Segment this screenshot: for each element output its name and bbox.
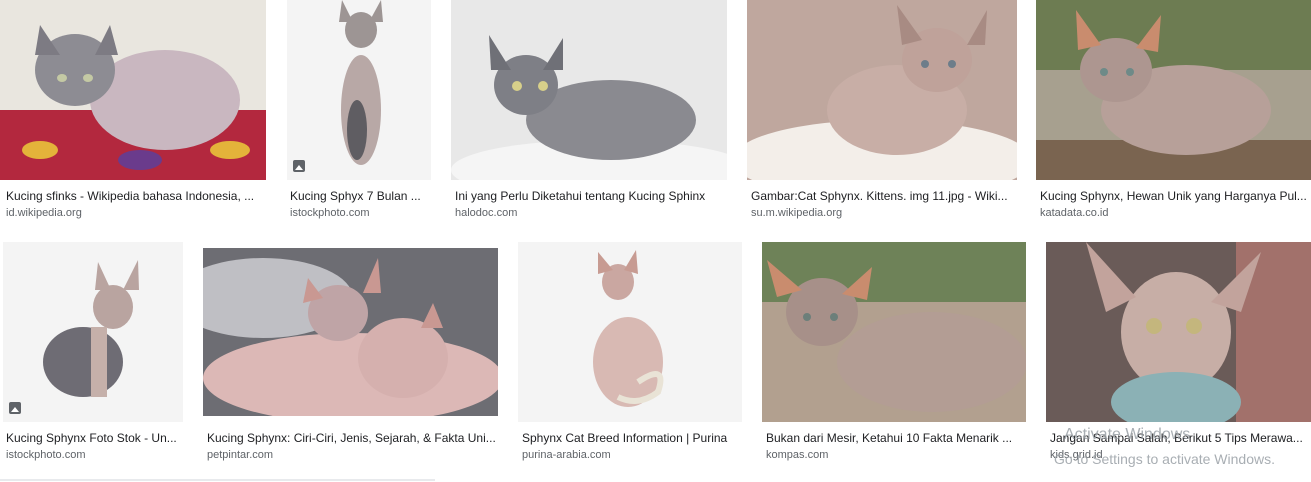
result-thumbnail[interactable] bbox=[287, 0, 431, 180]
divider bbox=[0, 479, 435, 481]
result-card[interactable]: Gambar:Cat Sphynx. Kittens. img 11.jpg -… bbox=[745, 0, 1025, 230]
sphynx-cat-image bbox=[747, 0, 1017, 180]
result-title[interactable]: Ini yang Perlu Diketahui tentang Kucing … bbox=[455, 188, 730, 204]
image-icon bbox=[9, 402, 21, 414]
sphynx-cat-image bbox=[0, 0, 266, 180]
result-title[interactable]: Gambar:Cat Sphynx. Kittens. img 11.jpg -… bbox=[751, 188, 1013, 204]
result-thumbnail[interactable] bbox=[203, 248, 498, 416]
result-thumbnail[interactable] bbox=[1046, 242, 1311, 422]
result-card[interactable]: Kucing Sphyx 7 Bulan ... istockphoto.com bbox=[284, 0, 434, 230]
sphynx-cat-image bbox=[1046, 242, 1311, 422]
sphynx-cat-image bbox=[762, 242, 1026, 422]
result-title[interactable]: Kucing Sphyx 7 Bulan ... bbox=[290, 188, 430, 204]
result-card[interactable]: Ini yang Perlu Diketahui tentang Kucing … bbox=[449, 0, 734, 230]
result-thumbnail[interactable] bbox=[451, 0, 727, 180]
result-title[interactable]: Kucing sfinks - Wikipedia bahasa Indones… bbox=[6, 188, 264, 204]
result-thumbnail[interactable] bbox=[3, 242, 183, 422]
result-source[interactable]: katadata.co.id bbox=[1040, 206, 1109, 220]
result-source[interactable]: istockphoto.com bbox=[290, 206, 369, 220]
result-card[interactable]: Kucing Sphynx Foto Stok - Un... istockph… bbox=[0, 242, 190, 472]
sphynx-cat-image bbox=[518, 242, 742, 422]
result-title[interactable]: Kucing Sphynx, Hewan Unik yang Harganya … bbox=[1040, 188, 1310, 204]
result-thumbnail[interactable] bbox=[518, 242, 742, 422]
sphynx-cat-image bbox=[287, 0, 431, 180]
result-source[interactable]: purina-arabia.com bbox=[522, 448, 611, 462]
activate-windows-subtitle: Go to Settings to activate Windows. bbox=[1054, 451, 1275, 467]
sphynx-cat-image bbox=[451, 0, 727, 180]
result-thumbnail[interactable] bbox=[0, 0, 266, 180]
sphynx-cat-image bbox=[1036, 0, 1311, 180]
result-card[interactable]: Bukan dari Mesir, Ketahui 10 Fakta Menar… bbox=[760, 242, 1035, 472]
result-title[interactable]: Kucing Sphynx: Ciri-Ciri, Jenis, Sejarah… bbox=[207, 430, 497, 446]
result-thumbnail[interactable] bbox=[762, 242, 1026, 422]
result-source[interactable]: id.wikipedia.org bbox=[6, 206, 82, 220]
result-source[interactable]: halodoc.com bbox=[455, 206, 517, 220]
result-thumbnail[interactable] bbox=[1036, 0, 1311, 180]
result-source[interactable]: petpintar.com bbox=[207, 448, 273, 462]
activate-windows-title: Activate Windows bbox=[1064, 426, 1191, 443]
result-card[interactable]: Kucing Sphynx, Hewan Unik yang Harganya … bbox=[1034, 0, 1311, 230]
result-thumbnail[interactable] bbox=[747, 0, 1017, 180]
result-source[interactable]: su.m.wikipedia.org bbox=[751, 206, 842, 220]
result-title[interactable]: Bukan dari Mesir, Ketahui 10 Fakta Menar… bbox=[766, 430, 1028, 446]
result-card[interactable]: Sphynx Cat Breed Information | Purina pu… bbox=[516, 242, 751, 472]
result-source[interactable]: kompas.com bbox=[766, 448, 828, 462]
image-icon bbox=[293, 160, 305, 172]
result-source[interactable]: istockphoto.com bbox=[6, 448, 85, 462]
result-title[interactable]: Sphynx Cat Breed Information | Purina bbox=[522, 430, 747, 446]
result-title[interactable]: Kucing Sphynx Foto Stok - Un... bbox=[6, 430, 184, 446]
sphynx-cat-image bbox=[203, 248, 498, 416]
result-card[interactable]: Kucing sfinks - Wikipedia bahasa Indones… bbox=[0, 0, 270, 230]
sphynx-cat-image bbox=[3, 242, 183, 422]
result-card[interactable]: Kucing Sphynx: Ciri-Ciri, Jenis, Sejarah… bbox=[201, 242, 506, 472]
